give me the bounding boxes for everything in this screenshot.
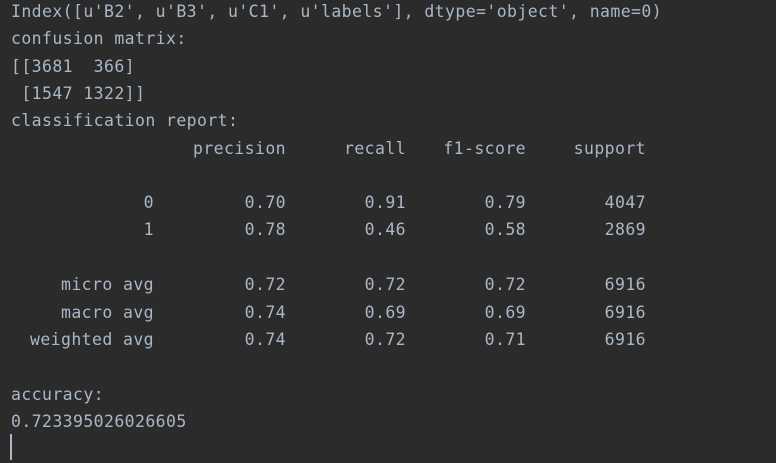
row-precision: 0.74: [244, 303, 286, 322]
row-label: micro avg: [60, 275, 154, 294]
classification-report-label: classification report:: [11, 111, 239, 130]
row-f1-score: 0.69: [484, 303, 526, 322]
header-recall: recall: [343, 139, 406, 158]
index-line: Index([u'B2', u'B3', u'C1', u'labels'], …: [11, 2, 663, 21]
row-support: 6916: [604, 330, 646, 349]
header-support: support: [573, 139, 646, 158]
row-f1-score: 0.72: [484, 275, 526, 294]
header-f1-score: f1-score: [443, 139, 526, 158]
row-label: weighted avg: [29, 330, 154, 349]
text-cursor[interactable]: [10, 434, 12, 460]
row-label: 1: [143, 220, 154, 239]
row-support: 6916: [604, 275, 646, 294]
row-recall: 0.72: [364, 330, 406, 349]
row-recall: 0.69: [364, 303, 406, 322]
row-label: macro avg: [60, 303, 154, 322]
row-support: 2869: [604, 220, 646, 239]
row-recall: 0.46: [364, 220, 406, 239]
accuracy-label: accuracy:: [11, 385, 105, 404]
row-f1-score: 0.58: [484, 220, 526, 239]
matrix-row-2: [1547 1322]]: [11, 84, 146, 103]
row-precision: 0.78: [244, 220, 286, 239]
row-precision: 0.74: [244, 330, 286, 349]
console-output: Index([u'B2', u'B3', u'C1', u'labels'], …: [0, 0, 776, 463]
row-support: 4047: [604, 193, 646, 212]
row-precision: 0.72: [244, 275, 286, 294]
matrix-row-1: [[3681 366]: [11, 57, 136, 76]
row-f1-score: 0.79: [484, 193, 526, 212]
row-recall: 0.91: [364, 193, 406, 212]
row-label: 0: [143, 193, 154, 212]
confusion-matrix-label: confusion matrix:: [11, 29, 187, 48]
row-precision: 0.70: [244, 193, 286, 212]
accuracy-value: 0.723395026026605: [11, 412, 187, 431]
row-recall: 0.72: [364, 275, 406, 294]
header-precision: precision: [192, 139, 286, 158]
row-f1-score: 0.71: [484, 330, 526, 349]
row-support: 6916: [604, 303, 646, 322]
